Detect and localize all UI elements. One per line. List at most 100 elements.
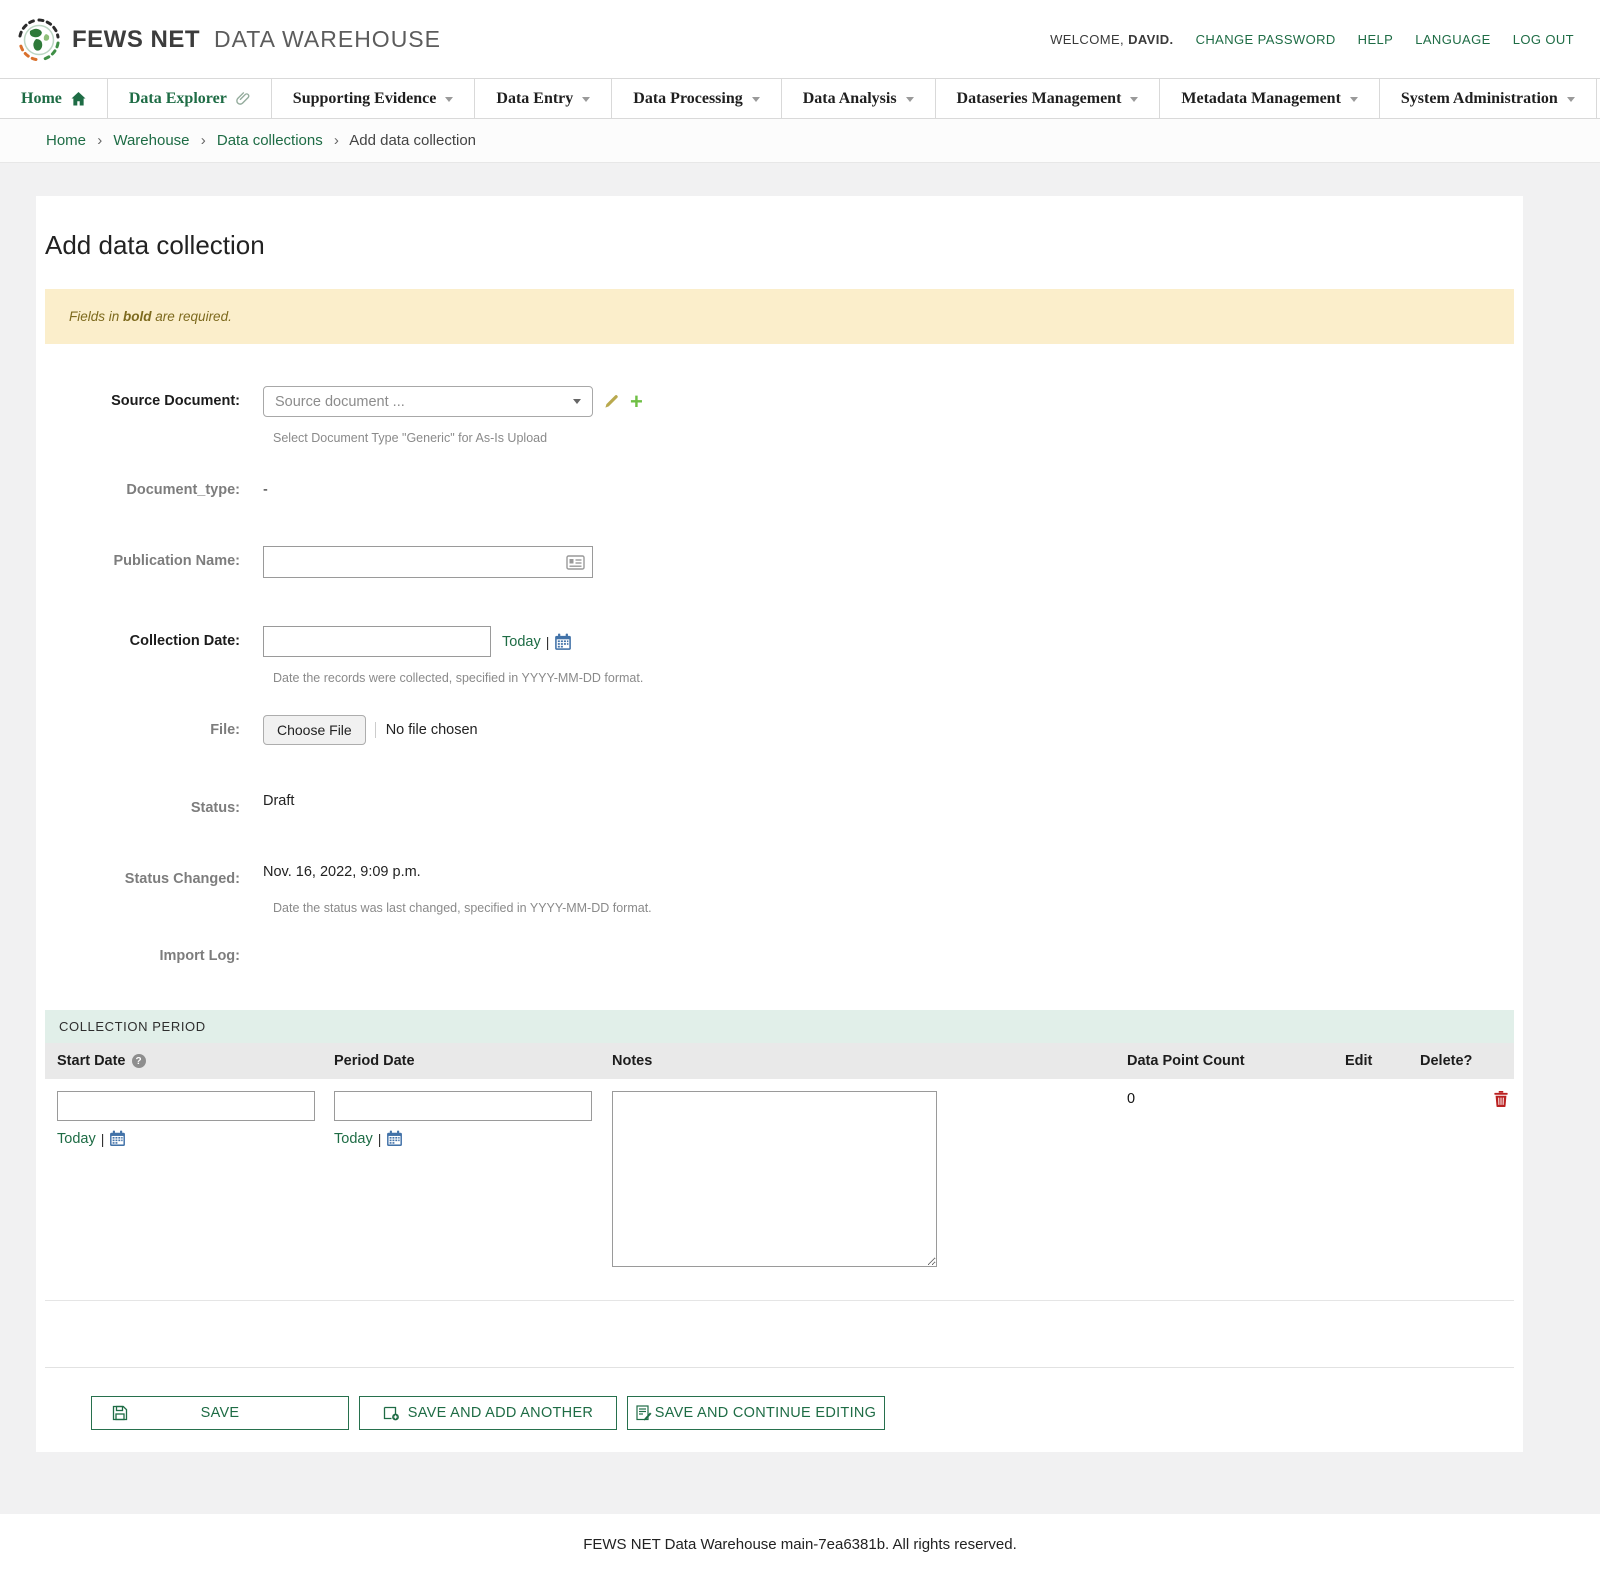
edit-pencil-icon[interactable] xyxy=(604,394,619,409)
nav-item-data-analysis[interactable]: Data Analysis xyxy=(782,79,936,118)
breadcrumb-home[interactable]: Home xyxy=(46,132,86,149)
calendar-icon[interactable] xyxy=(554,633,572,651)
breadcrumb-data-collections[interactable]: Data collections xyxy=(217,132,323,149)
chevron-down-icon xyxy=(906,97,914,102)
page-title: Add data collection xyxy=(45,230,1514,261)
nav-item-data-explorer-label: Data Explorer xyxy=(129,90,227,108)
save-and-add-another-button[interactable]: SAVE AND ADD ANOTHER xyxy=(359,1396,617,1430)
nav-item-data-processing[interactable]: Data Processing xyxy=(612,79,781,118)
edit-cell xyxy=(1333,1079,1408,1300)
save-edit-icon xyxy=(636,1405,652,1421)
add-related-icon[interactable]: + xyxy=(630,394,643,410)
language-link[interactable]: LANGUAGE xyxy=(1415,32,1490,47)
save-button[interactable]: SAVE xyxy=(91,1396,349,1430)
file-label: File: xyxy=(45,715,251,738)
required-note-bold: bold xyxy=(123,309,152,324)
status-changed-value: Nov. 16, 2022, 9:09 p.m. xyxy=(251,864,421,880)
source-document-row: Source Document: Source document ... + xyxy=(45,386,1514,417)
date-separator: | xyxy=(546,634,550,650)
nav-item-dataseries-management[interactable]: Dataseries Management xyxy=(936,79,1161,118)
save-add-icon xyxy=(383,1405,400,1421)
data-point-count-value: 0 xyxy=(1115,1079,1333,1300)
required-note-prefix: Fields in xyxy=(69,309,123,324)
main-nav: Home Data Explorer Supporting Evidence D… xyxy=(0,78,1600,119)
source-document-control: Source document ... + xyxy=(251,386,643,417)
status-row: Status: Draft xyxy=(45,793,1514,816)
footer-text: FEWS NET Data Warehouse main-7ea6381b. A… xyxy=(583,1536,1017,1553)
notes-textarea[interactable] xyxy=(612,1091,937,1267)
col-notes: Notes xyxy=(600,1043,1115,1079)
logout-link[interactable]: LOG OUT xyxy=(1513,32,1574,47)
breadcrumb-separator: › xyxy=(201,132,206,149)
chevron-down-icon xyxy=(1130,97,1138,102)
date-separator: | xyxy=(378,1131,382,1147)
help-question-icon[interactable]: ? xyxy=(132,1054,146,1068)
period-date-today-link[interactable]: Today xyxy=(334,1131,373,1147)
col-start-date-label: Start Date xyxy=(57,1053,126,1069)
choose-file-button[interactable]: Choose File xyxy=(263,715,366,745)
document-type-row: Document_type: - xyxy=(45,475,1514,498)
collection-period-row: Today | xyxy=(45,1079,1514,1301)
delete-cell xyxy=(1408,1079,1514,1300)
nav-item-home-label: Home xyxy=(21,90,62,108)
page-background: Add data collection Fields in bold are r… xyxy=(0,163,1600,1514)
content-card: Add data collection Fields in bold are r… xyxy=(36,196,1523,1452)
start-date-today-link[interactable]: Today xyxy=(57,1131,96,1147)
save-and-continue-editing-label: SAVE AND CONTINUE EDITING xyxy=(655,1405,877,1421)
start-date-cell: Today | xyxy=(45,1079,322,1300)
period-date-input[interactable] xyxy=(334,1091,592,1121)
collection-date-label: Collection Date: xyxy=(45,626,251,649)
publication-name-control xyxy=(251,546,593,578)
status-changed-help: Date the status was last changed, specif… xyxy=(273,901,1514,915)
date-separator: | xyxy=(101,1131,105,1147)
required-fields-note: Fields in bold are required. xyxy=(45,289,1514,344)
calendar-icon[interactable] xyxy=(386,1130,403,1147)
publication-lookup-icon[interactable] xyxy=(566,555,585,570)
required-note-suffix: are required. xyxy=(152,309,232,324)
chevron-down-icon xyxy=(1567,97,1575,102)
status-value: Draft xyxy=(251,793,294,809)
calendar-icon[interactable] xyxy=(109,1130,126,1147)
nav-item-data-explorer[interactable]: Data Explorer xyxy=(108,79,272,118)
welcome-prefix: WELCOME, xyxy=(1050,32,1124,47)
save-and-add-another-label: SAVE AND ADD ANOTHER xyxy=(408,1405,593,1421)
document-type-value: - xyxy=(251,475,268,498)
brand-logo[interactable]: FEWS NET DATA WAREHOUSE xyxy=(16,17,441,63)
publication-name-input[interactable] xyxy=(263,546,593,578)
chevron-down-icon xyxy=(1350,97,1358,102)
nav-item-data-entry[interactable]: Data Entry xyxy=(475,79,612,118)
source-document-help: Select Document Type "Generic" for As-Is… xyxy=(273,431,1514,445)
publication-name-row: Publication Name: xyxy=(45,546,1514,578)
source-document-label: Source Document: xyxy=(45,386,251,409)
save-and-continue-editing-button[interactable]: SAVE AND CONTINUE EDITING xyxy=(627,1396,885,1430)
period-date-cell: Today | xyxy=(322,1079,600,1300)
nav-item-metadata-management[interactable]: Metadata Management xyxy=(1160,79,1380,118)
collection-date-input[interactable] xyxy=(263,626,491,657)
help-link[interactable]: HELP xyxy=(1358,32,1394,47)
source-document-select[interactable]: Source document ... xyxy=(263,386,593,417)
submit-divider xyxy=(45,1367,1514,1368)
collection-date-control: Today | xyxy=(251,626,572,657)
change-password-link[interactable]: CHANGE PASSWORD xyxy=(1196,32,1336,47)
nav-item-supporting-evidence-label: Supporting Evidence xyxy=(293,90,437,108)
source-document-placeholder: Source document ... xyxy=(275,394,405,410)
col-edit: Edit xyxy=(1333,1043,1408,1079)
start-date-input[interactable] xyxy=(57,1091,315,1121)
nav-item-supporting-evidence[interactable]: Supporting Evidence xyxy=(272,79,476,118)
file-control: Choose File No file chosen xyxy=(251,715,478,745)
status-changed-row: Status Changed: Nov. 16, 2022, 9:09 p.m. xyxy=(45,864,1514,887)
breadcrumb-warehouse[interactable]: Warehouse xyxy=(113,132,189,149)
brand-name: FEWS NET xyxy=(72,26,200,54)
top-header: FEWS NET DATA WAREHOUSE WELCOME, DAVID. … xyxy=(0,0,1600,78)
chevron-down-icon xyxy=(752,97,760,102)
collection-period-section: COLLECTION PERIOD Start Date ? Period Da… xyxy=(45,1010,1514,1301)
nav-item-dataseries-management-label: Dataseries Management xyxy=(957,90,1122,108)
nav-item-system-administration[interactable]: System Administration xyxy=(1380,79,1597,118)
notes-cell xyxy=(600,1079,1115,1300)
collection-date-today-link[interactable]: Today xyxy=(502,634,541,650)
file-row: File: Choose File No file chosen xyxy=(45,715,1514,745)
chevron-down-icon xyxy=(445,97,453,102)
collection-date-help: Date the records were collected, specifi… xyxy=(273,671,1514,685)
nav-item-home[interactable]: Home xyxy=(0,79,108,118)
trash-icon[interactable] xyxy=(1494,1091,1508,1270)
